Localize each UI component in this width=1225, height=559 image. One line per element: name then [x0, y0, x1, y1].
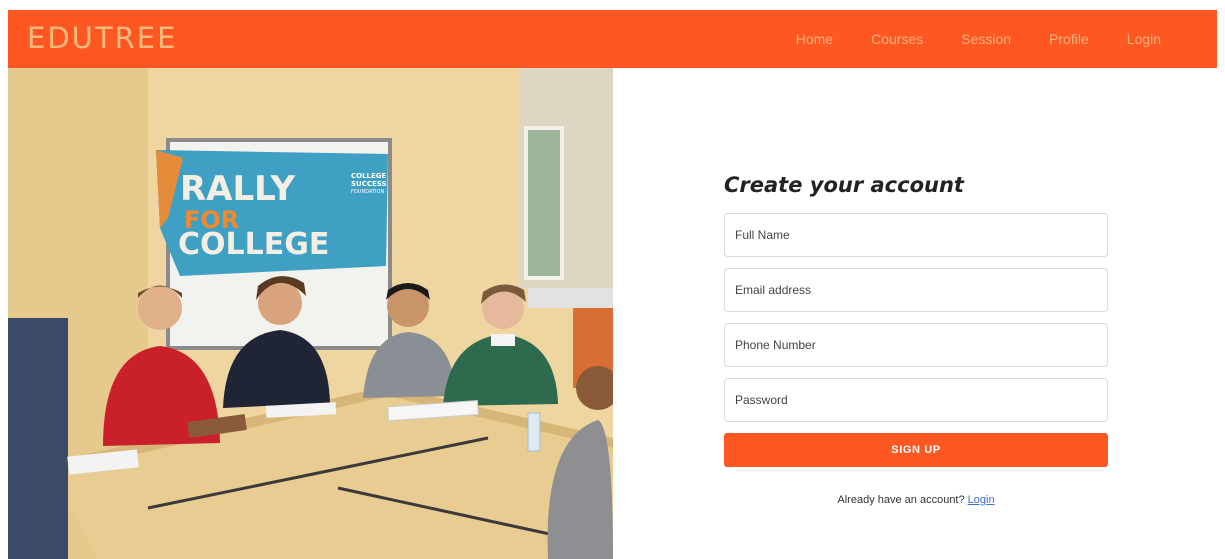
brand-logo[interactable]: EDUTREE	[27, 20, 177, 56]
nav-session-link[interactable]: Session	[961, 31, 1011, 47]
form-title: Create your account	[724, 173, 964, 197]
phone-input[interactable]	[724, 323, 1108, 367]
banner-text-1: RALLY	[180, 169, 296, 209]
password-input[interactable]	[724, 378, 1108, 422]
banner-org-3: FOUNDATION	[351, 189, 384, 195]
fullname-input[interactable]	[724, 213, 1108, 257]
login-link[interactable]: Login	[968, 494, 995, 506]
banner-org-2: SUCCESS	[351, 180, 387, 188]
rally-banner: RALLY FOR COLLEGE COLLEGE SUCCESS FOUNDA…	[156, 150, 388, 276]
classroom-illustration: RALLY FOR COLLEGE COLLEGE SUCCESS FOUNDA…	[8, 68, 613, 559]
banner-text-3: COLLEGE	[178, 227, 329, 262]
nav-home-link[interactable]: Home	[796, 31, 833, 47]
classroom-photo: RALLY FOR COLLEGE COLLEGE SUCCESS FOUNDA…	[8, 68, 613, 559]
nav-profile-link[interactable]: Profile	[1049, 31, 1089, 47]
signup-button[interactable]: SIGN UP	[724, 433, 1108, 467]
nav-login-link[interactable]: Login	[1127, 31, 1161, 47]
signup-form: Create your account SIGN UP Already have…	[724, 170, 1108, 506]
banner-org-1: COLLEGE	[351, 172, 387, 180]
already-account-text: Already have an account?	[837, 494, 965, 506]
nav-menu: Home Courses Session Profile Login	[796, 10, 1161, 68]
top-navbar: EDUTREE Home Courses Session Profile Log…	[8, 10, 1217, 68]
email-input[interactable]	[724, 268, 1108, 312]
login-prompt: Already have an account? Login	[724, 494, 1108, 506]
nav-courses-link[interactable]: Courses	[871, 31, 923, 47]
